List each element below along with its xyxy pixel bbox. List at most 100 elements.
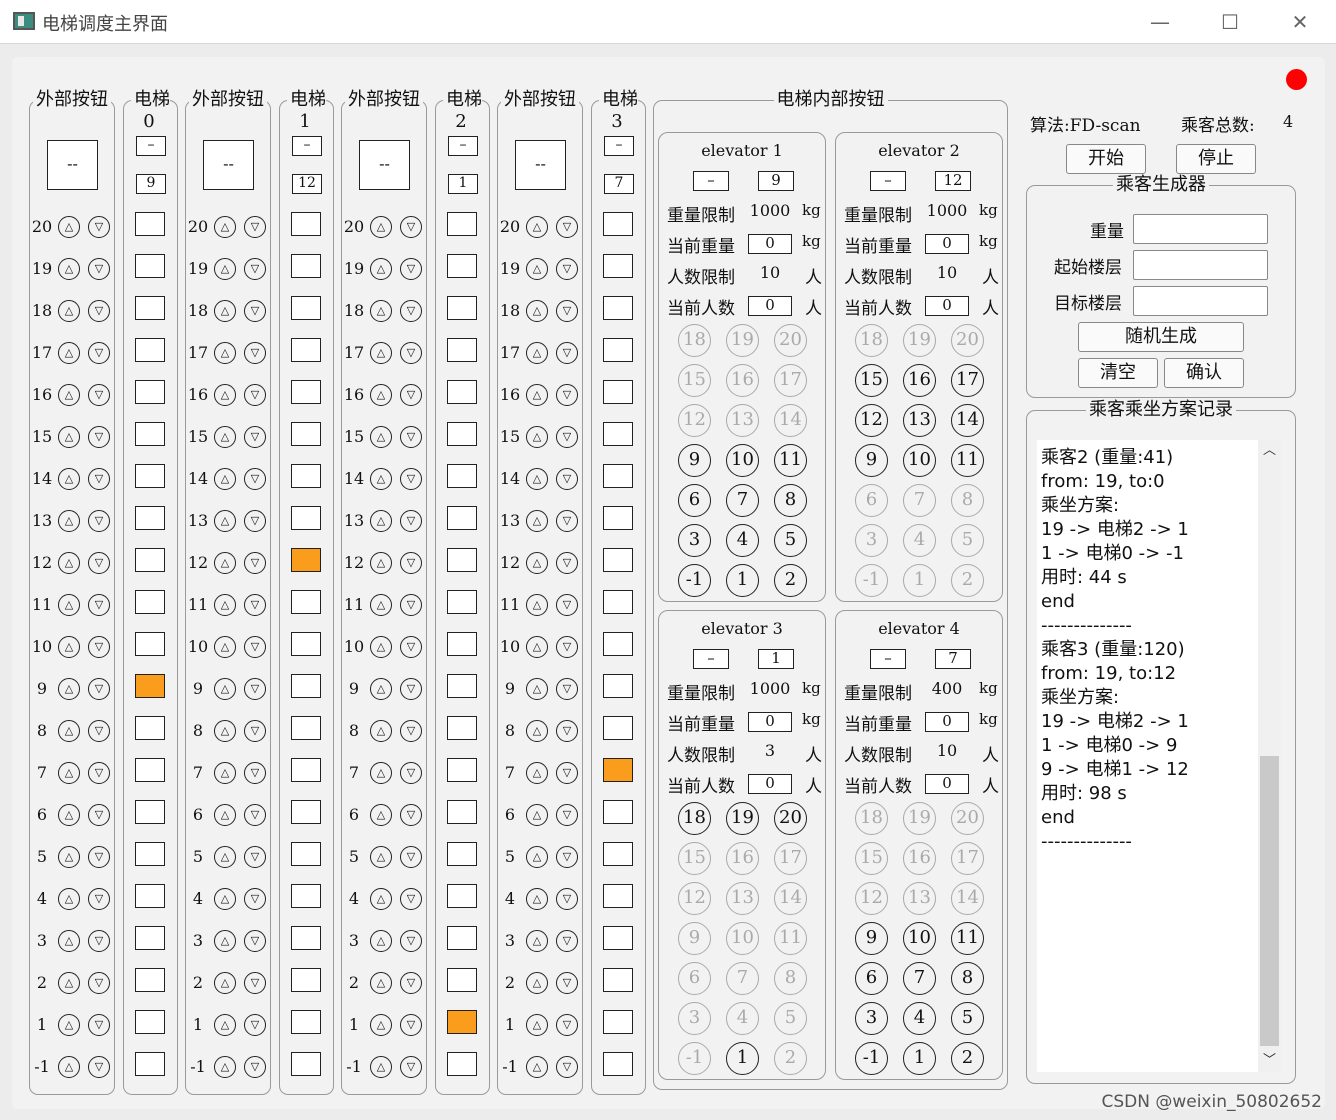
floor-button-4[interactable]: 4 [726, 524, 759, 557]
floor-button-19[interactable]: 19 [726, 802, 759, 835]
up-call-icon[interactable]: △ [214, 510, 236, 532]
floor-button-15[interactable]: 15 [678, 842, 711, 875]
up-call-icon[interactable]: △ [58, 342, 80, 364]
up-call-icon[interactable]: △ [370, 258, 392, 280]
down-call-icon[interactable]: ▽ [556, 804, 578, 826]
floor-button-7[interactable]: 7 [726, 484, 759, 517]
down-call-icon[interactable]: ▽ [88, 594, 110, 616]
down-call-icon[interactable]: ▽ [244, 636, 266, 658]
down-call-icon[interactable]: ▽ [244, 1014, 266, 1036]
floor-button-5[interactable]: 5 [774, 524, 807, 557]
down-call-icon[interactable]: ▽ [400, 636, 422, 658]
up-call-icon[interactable]: △ [526, 468, 548, 490]
down-call-icon[interactable]: ▽ [244, 762, 266, 784]
down-call-icon[interactable]: ▽ [88, 720, 110, 742]
up-call-icon[interactable]: △ [526, 1014, 548, 1036]
up-call-icon[interactable]: △ [526, 594, 548, 616]
floor-button-16[interactable]: 16 [726, 364, 759, 397]
up-call-icon[interactable]: △ [214, 426, 236, 448]
down-call-icon[interactable]: ▽ [88, 426, 110, 448]
down-call-icon[interactable]: ▽ [88, 342, 110, 364]
up-call-icon[interactable]: △ [370, 720, 392, 742]
floor-button-5[interactable]: 5 [774, 1002, 807, 1035]
floor-button-9[interactable]: 9 [855, 444, 888, 477]
down-call-icon[interactable]: ▽ [556, 300, 578, 322]
down-call-icon[interactable]: ▽ [556, 258, 578, 280]
down-call-icon[interactable]: ▽ [88, 972, 110, 994]
floor-button-8[interactable]: 8 [774, 962, 807, 995]
floor-button-9[interactable]: 9 [855, 922, 888, 955]
down-call-icon[interactable]: ▽ [400, 426, 422, 448]
floor-button-7[interactable]: 7 [903, 962, 936, 995]
up-call-icon[interactable]: △ [58, 300, 80, 322]
down-call-icon[interactable]: ▽ [556, 846, 578, 868]
up-call-icon[interactable]: △ [526, 384, 548, 406]
down-call-icon[interactable]: ▽ [556, 468, 578, 490]
floor-button-8[interactable]: 8 [951, 484, 984, 517]
down-call-icon[interactable]: ▽ [244, 216, 266, 238]
down-call-icon[interactable]: ▽ [400, 216, 422, 238]
down-call-icon[interactable]: ▽ [244, 846, 266, 868]
up-call-icon[interactable]: △ [214, 678, 236, 700]
up-call-icon[interactable]: △ [370, 426, 392, 448]
floor-button-13[interactable]: 13 [903, 882, 936, 915]
down-call-icon[interactable]: ▽ [556, 426, 578, 448]
floor-button-10[interactable]: 10 [903, 444, 936, 477]
up-call-icon[interactable]: △ [526, 216, 548, 238]
down-call-icon[interactable]: ▽ [244, 888, 266, 910]
floor-button-17[interactable]: 17 [774, 364, 807, 397]
floor-button-20[interactable]: 20 [951, 802, 984, 835]
up-call-icon[interactable]: △ [58, 1056, 80, 1078]
floor-button-18[interactable]: 18 [678, 802, 711, 835]
floor-button-16[interactable]: 16 [903, 364, 936, 397]
up-call-icon[interactable]: △ [214, 972, 236, 994]
down-call-icon[interactable]: ▽ [244, 678, 266, 700]
floor-button--1[interactable]: -1 [678, 564, 711, 597]
up-call-icon[interactable]: △ [526, 510, 548, 532]
floor-button--1[interactable]: -1 [678, 1042, 711, 1075]
up-call-icon[interactable]: △ [214, 1014, 236, 1036]
floor-button-5[interactable]: 5 [951, 524, 984, 557]
down-call-icon[interactable]: ▽ [400, 930, 422, 952]
floor-button-9[interactable]: 9 [678, 444, 711, 477]
down-call-icon[interactable]: ▽ [244, 300, 266, 322]
down-call-icon[interactable]: ▽ [88, 1014, 110, 1036]
down-call-icon[interactable]: ▽ [400, 552, 422, 574]
down-call-icon[interactable]: ▽ [556, 510, 578, 532]
floor-button-13[interactable]: 13 [726, 404, 759, 437]
up-call-icon[interactable]: △ [370, 888, 392, 910]
floor-button-7[interactable]: 7 [903, 484, 936, 517]
down-call-icon[interactable]: ▽ [400, 342, 422, 364]
up-call-icon[interactable]: △ [58, 888, 80, 910]
up-call-icon[interactable]: △ [58, 426, 80, 448]
up-call-icon[interactable]: △ [370, 510, 392, 532]
up-call-icon[interactable]: △ [58, 552, 80, 574]
down-call-icon[interactable]: ▽ [244, 594, 266, 616]
up-call-icon[interactable]: △ [214, 468, 236, 490]
floor-button-3[interactable]: 3 [855, 524, 888, 557]
minimize-button[interactable]: — [1140, 6, 1180, 38]
up-call-icon[interactable]: △ [370, 594, 392, 616]
down-call-icon[interactable]: ▽ [88, 804, 110, 826]
down-call-icon[interactable]: ▽ [244, 426, 266, 448]
floor-button-19[interactable]: 19 [903, 802, 936, 835]
up-call-icon[interactable]: △ [370, 216, 392, 238]
floor-button-11[interactable]: 11 [774, 444, 807, 477]
down-call-icon[interactable]: ▽ [244, 468, 266, 490]
up-call-icon[interactable]: △ [526, 846, 548, 868]
up-call-icon[interactable]: △ [214, 594, 236, 616]
up-call-icon[interactable]: △ [370, 552, 392, 574]
maximize-button[interactable]: ☐ [1210, 6, 1250, 38]
up-call-icon[interactable]: △ [58, 1014, 80, 1036]
up-call-icon[interactable]: △ [370, 762, 392, 784]
down-call-icon[interactable]: ▽ [556, 1014, 578, 1036]
floor-button-18[interactable]: 18 [678, 324, 711, 357]
floor-button-18[interactable]: 18 [855, 324, 888, 357]
floor-button-1[interactable]: 1 [903, 1042, 936, 1075]
up-call-icon[interactable]: △ [370, 972, 392, 994]
floor-button--1[interactable]: -1 [855, 1042, 888, 1075]
floor-button-1[interactable]: 1 [726, 1042, 759, 1075]
down-call-icon[interactable]: ▽ [556, 342, 578, 364]
down-call-icon[interactable]: ▽ [556, 636, 578, 658]
floor-button-12[interactable]: 12 [678, 882, 711, 915]
